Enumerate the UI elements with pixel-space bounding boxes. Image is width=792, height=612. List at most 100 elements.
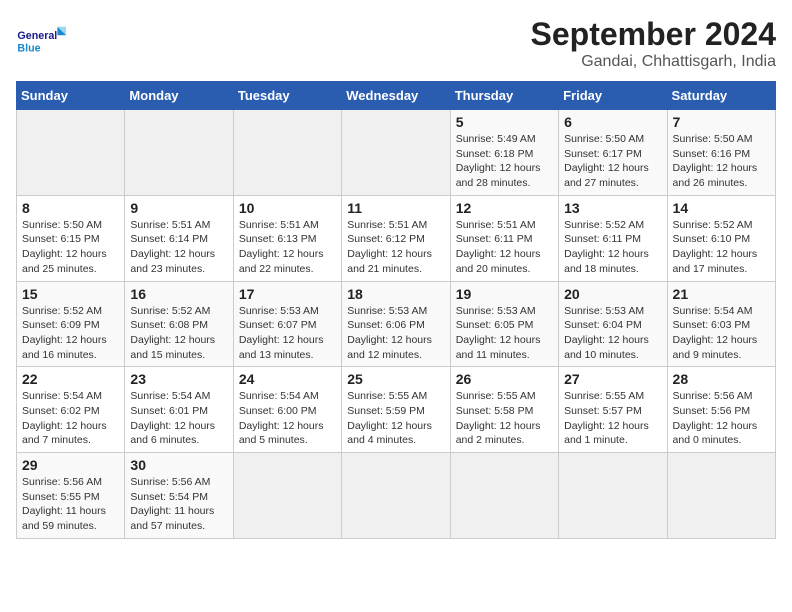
day-cell-27: 27 Sunrise: 5:55 AM Sunset: 5:57 PM Dayl… [559,367,667,453]
calendar-header-row: Sunday Monday Tuesday Wednesday Thursday… [17,82,776,110]
logo: General Blue [16,16,66,66]
day-cell-12: 12 Sunrise: 5:51 AM Sunset: 6:11 PM Dayl… [450,195,558,281]
day-info: Sunrise: 5:53 AM Sunset: 6:07 PM Dayligh… [239,304,336,363]
month-title: September 2024 [531,16,776,53]
day-number: 23 [130,371,227,387]
day-info: Sunrise: 5:52 AM Sunset: 6:08 PM Dayligh… [130,304,227,363]
col-monday: Monday [125,82,233,110]
day-number: 19 [456,286,553,302]
empty-cell [125,110,233,196]
day-cell-22: 22 Sunrise: 5:54 AM Sunset: 6:02 PM Dayl… [17,367,125,453]
col-saturday: Saturday [667,82,775,110]
day-info: Sunrise: 5:56 AM Sunset: 5:55 PM Dayligh… [22,475,119,534]
col-thursday: Thursday [450,82,558,110]
day-cell-24: 24 Sunrise: 5:54 AM Sunset: 6:00 PM Dayl… [233,367,341,453]
day-number: 24 [239,371,336,387]
day-cell-21: 21 Sunrise: 5:54 AM Sunset: 6:03 PM Dayl… [667,281,775,367]
calendar-week-row: 29 Sunrise: 5:56 AM Sunset: 5:55 PM Dayl… [17,453,776,539]
day-number: 29 [22,457,119,473]
day-info: Sunrise: 5:54 AM Sunset: 6:03 PM Dayligh… [673,304,770,363]
day-info: Sunrise: 5:55 AM Sunset: 5:58 PM Dayligh… [456,389,553,448]
empty-cell [559,453,667,539]
day-number: 18 [347,286,444,302]
empty-cell [233,453,341,539]
day-number: 15 [22,286,119,302]
day-cell-20: 20 Sunrise: 5:53 AM Sunset: 6:04 PM Dayl… [559,281,667,367]
empty-cell [667,453,775,539]
day-cell-28: 28 Sunrise: 5:56 AM Sunset: 5:56 PM Dayl… [667,367,775,453]
day-info: Sunrise: 5:49 AM Sunset: 6:18 PM Dayligh… [456,132,553,191]
day-number: 17 [239,286,336,302]
day-info: Sunrise: 5:52 AM Sunset: 6:11 PM Dayligh… [564,218,661,277]
day-cell-18: 18 Sunrise: 5:53 AM Sunset: 6:06 PM Dayl… [342,281,450,367]
day-number: 13 [564,200,661,216]
calendar-table: Sunday Monday Tuesday Wednesday Thursday… [16,81,776,539]
day-cell-29: 29 Sunrise: 5:56 AM Sunset: 5:55 PM Dayl… [17,453,125,539]
day-info: Sunrise: 5:55 AM Sunset: 5:57 PM Dayligh… [564,389,661,448]
day-cell-19: 19 Sunrise: 5:53 AM Sunset: 6:05 PM Dayl… [450,281,558,367]
day-cell-15: 15 Sunrise: 5:52 AM Sunset: 6:09 PM Dayl… [17,281,125,367]
day-number: 7 [673,114,770,130]
day-info: Sunrise: 5:54 AM Sunset: 6:01 PM Dayligh… [130,389,227,448]
page-header: General Blue September 2024 Gandai, Chha… [16,16,776,71]
calendar-week-row: 8 Sunrise: 5:50 AM Sunset: 6:15 PM Dayli… [17,195,776,281]
day-number: 9 [130,200,227,216]
col-tuesday: Tuesday [233,82,341,110]
day-cell-8: 8 Sunrise: 5:50 AM Sunset: 6:15 PM Dayli… [17,195,125,281]
day-info: Sunrise: 5:51 AM Sunset: 6:12 PM Dayligh… [347,218,444,277]
day-info: Sunrise: 5:56 AM Sunset: 5:54 PM Dayligh… [130,475,227,534]
empty-cell [342,453,450,539]
day-number: 21 [673,286,770,302]
day-info: Sunrise: 5:53 AM Sunset: 6:04 PM Dayligh… [564,304,661,363]
calendar-week-row: 22 Sunrise: 5:54 AM Sunset: 6:02 PM Dayl… [17,367,776,453]
day-number: 30 [130,457,227,473]
day-cell-30: 30 Sunrise: 5:56 AM Sunset: 5:54 PM Dayl… [125,453,233,539]
day-cell-6: 6 Sunrise: 5:50 AM Sunset: 6:17 PM Dayli… [559,110,667,196]
day-number: 28 [673,371,770,387]
day-info: Sunrise: 5:51 AM Sunset: 6:14 PM Dayligh… [130,218,227,277]
day-number: 25 [347,371,444,387]
empty-cell [342,110,450,196]
day-number: 14 [673,200,770,216]
day-cell-26: 26 Sunrise: 5:55 AM Sunset: 5:58 PM Dayl… [450,367,558,453]
col-wednesday: Wednesday [342,82,450,110]
day-cell-10: 10 Sunrise: 5:51 AM Sunset: 6:13 PM Dayl… [233,195,341,281]
svg-text:General: General [17,30,57,42]
logo-svg: General Blue [16,16,66,66]
day-number: 8 [22,200,119,216]
day-number: 26 [456,371,553,387]
empty-cell [233,110,341,196]
day-info: Sunrise: 5:52 AM Sunset: 6:09 PM Dayligh… [22,304,119,363]
title-area: September 2024 Gandai, Chhattisgarh, Ind… [531,16,776,71]
day-cell-9: 9 Sunrise: 5:51 AM Sunset: 6:14 PM Dayli… [125,195,233,281]
day-info: Sunrise: 5:51 AM Sunset: 6:11 PM Dayligh… [456,218,553,277]
col-sunday: Sunday [17,82,125,110]
empty-cell [450,453,558,539]
day-info: Sunrise: 5:50 AM Sunset: 6:15 PM Dayligh… [22,218,119,277]
location-title: Gandai, Chhattisgarh, India [531,53,776,71]
day-number: 12 [456,200,553,216]
day-number: 6 [564,114,661,130]
empty-cell [17,110,125,196]
svg-text:Blue: Blue [17,43,40,55]
day-cell-13: 13 Sunrise: 5:52 AM Sunset: 6:11 PM Dayl… [559,195,667,281]
day-info: Sunrise: 5:56 AM Sunset: 5:56 PM Dayligh… [673,389,770,448]
day-info: Sunrise: 5:51 AM Sunset: 6:13 PM Dayligh… [239,218,336,277]
day-number: 27 [564,371,661,387]
day-cell-16: 16 Sunrise: 5:52 AM Sunset: 6:08 PM Dayl… [125,281,233,367]
day-cell-17: 17 Sunrise: 5:53 AM Sunset: 6:07 PM Dayl… [233,281,341,367]
col-friday: Friday [559,82,667,110]
day-number: 16 [130,286,227,302]
day-number: 10 [239,200,336,216]
day-cell-25: 25 Sunrise: 5:55 AM Sunset: 5:59 PM Dayl… [342,367,450,453]
day-cell-7: 7 Sunrise: 5:50 AM Sunset: 6:16 PM Dayli… [667,110,775,196]
day-number: 22 [22,371,119,387]
day-info: Sunrise: 5:53 AM Sunset: 6:06 PM Dayligh… [347,304,444,363]
day-info: Sunrise: 5:52 AM Sunset: 6:10 PM Dayligh… [673,218,770,277]
day-info: Sunrise: 5:50 AM Sunset: 6:17 PM Dayligh… [564,132,661,191]
day-cell-23: 23 Sunrise: 5:54 AM Sunset: 6:01 PM Dayl… [125,367,233,453]
day-number: 20 [564,286,661,302]
calendar-week-row: 15 Sunrise: 5:52 AM Sunset: 6:09 PM Dayl… [17,281,776,367]
day-info: Sunrise: 5:55 AM Sunset: 5:59 PM Dayligh… [347,389,444,448]
day-cell-14: 14 Sunrise: 5:52 AM Sunset: 6:10 PM Dayl… [667,195,775,281]
